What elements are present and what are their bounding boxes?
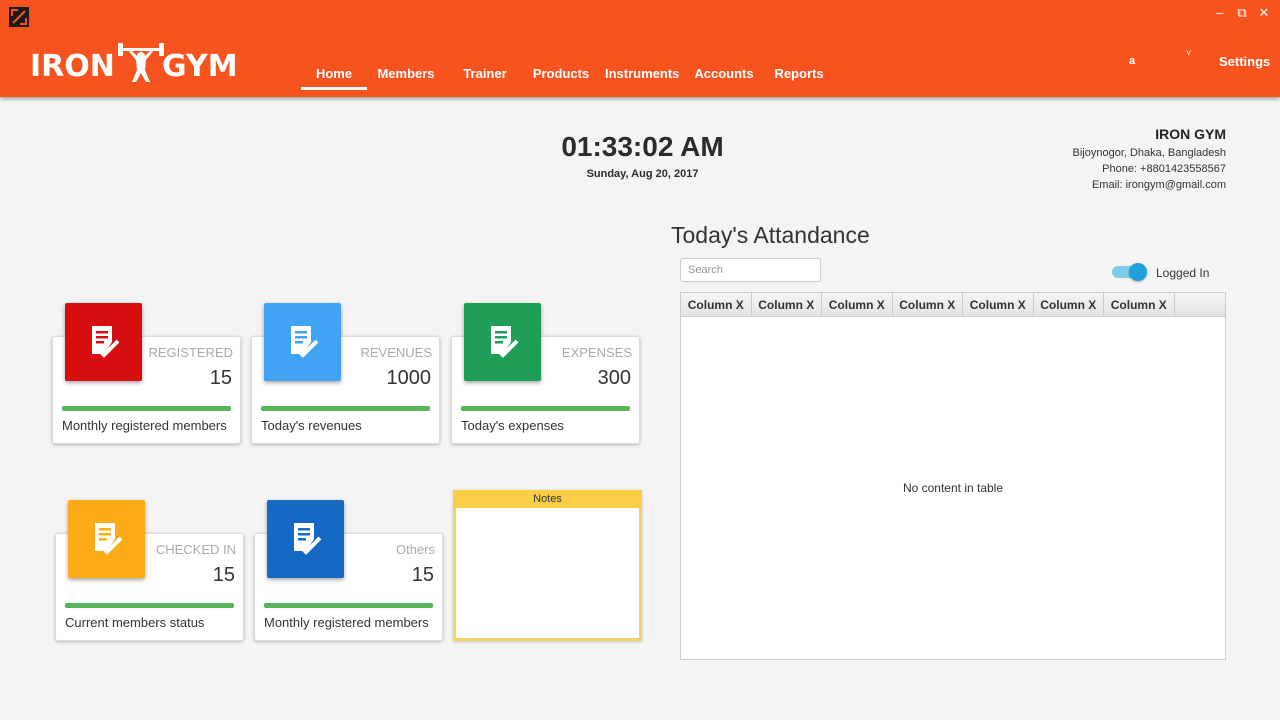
clock-date: Sunday, Aug 20, 2017 [586, 168, 699, 180]
column-header[interactable]: Column X [893, 293, 963, 316]
nav-products[interactable]: Products [532, 60, 590, 90]
document-check-icon [267, 500, 344, 578]
user-name[interactable]: a [1129, 55, 1135, 67]
column-header[interactable]: Column X [1034, 293, 1104, 316]
table-header: Column X Column X Column X Column X Colu… [681, 293, 1225, 317]
logo-text-iron: IRON [30, 49, 115, 84]
card-progress-bar [62, 406, 231, 411]
logged-in-toggle[interactable] [1112, 263, 1147, 281]
nav-reports[interactable]: Reports [774, 60, 824, 90]
close-icon[interactable]: ✕ [1258, 6, 1270, 20]
document-check-icon [68, 500, 145, 578]
nav-accounts[interactable]: Accounts [694, 60, 754, 90]
card-description: Monthly registered members [62, 418, 227, 433]
card-progress-bar [264, 603, 433, 608]
card-value: 15 [209, 367, 232, 389]
weightlifter-icon [118, 43, 164, 82]
card-description: Today's expenses [461, 418, 564, 433]
document-check-icon [65, 303, 142, 381]
card-title: REVENUES [360, 345, 432, 360]
expand-icon[interactable] [8, 6, 30, 28]
empty-table-message: No content in table [902, 481, 1004, 495]
nav-home[interactable]: Home [301, 60, 367, 90]
card-description: Monthly registered members [264, 615, 429, 630]
clock-time: 01:33:02 AM [561, 131, 724, 162]
column-header[interactable]: Column X [1104, 293, 1175, 316]
column-header[interactable]: Column X [963, 293, 1034, 316]
search-input[interactable] [680, 258, 821, 282]
card-title: Others [395, 542, 435, 557]
gym-info: IRON GYM Bijoynogor, Dhaka, Bangladesh P… [1073, 126, 1227, 193]
nav-members[interactable]: Members [376, 60, 436, 90]
document-check-icon [264, 303, 341, 381]
card-progress-bar [65, 603, 234, 608]
card-title: REGISTERED [148, 345, 233, 360]
gym-address: Bijoynogor, Dhaka, Bangladesh [1072, 147, 1227, 159]
gym-name: IRON GYM [1155, 126, 1226, 142]
document-check-icon [464, 303, 541, 381]
notes-title: Notes [453, 490, 642, 508]
window-controls: – ⧉ ✕ [1214, 6, 1270, 20]
card-title: EXPENSES [561, 345, 632, 360]
column-header[interactable]: Column X [681, 293, 752, 316]
toggle-label: Logged In [1156, 266, 1210, 280]
card-progress-bar [261, 406, 430, 411]
card-value: 300 [597, 367, 631, 389]
logo-text-gym: GYM [162, 49, 238, 84]
chevron-down-icon[interactable]: ˅ [1186, 48, 1191, 58]
card-progress-bar [461, 406, 630, 411]
card-value: 1000 [386, 367, 432, 389]
card-title: CHECKED IN [155, 542, 236, 557]
attendance-table: Column X Column X Column X Column X Colu… [680, 292, 1226, 660]
gym-email: Email: irongym@gmail.com [1091, 179, 1226, 191]
card-description: Current members status [65, 615, 205, 630]
toggle-knob [1129, 263, 1147, 281]
card-description: Today's revenues [261, 418, 362, 433]
column-header[interactable]: Column X [822, 293, 893, 316]
card-value: 15 [212, 564, 235, 586]
app-header: IRON GYM Home Members Trainer Products I… [0, 0, 1280, 97]
iron-gym-logo: IRON GYM [30, 40, 250, 88]
gym-phone: Phone: +8801423558567 [1102, 163, 1226, 175]
settings-button[interactable]: Settings [1219, 54, 1270, 69]
column-header[interactable]: Column X [752, 293, 822, 316]
minimize-icon[interactable]: – [1214, 6, 1226, 20]
nav-instruments[interactable]: Instruments [605, 60, 679, 90]
notes-panel[interactable]: Notes [453, 490, 642, 641]
card-value: 15 [411, 564, 434, 586]
attendance-title: Today's Attandance [671, 222, 870, 248]
nav-trainer[interactable]: Trainer [460, 60, 510, 90]
restore-icon[interactable]: ⧉ [1236, 6, 1248, 20]
